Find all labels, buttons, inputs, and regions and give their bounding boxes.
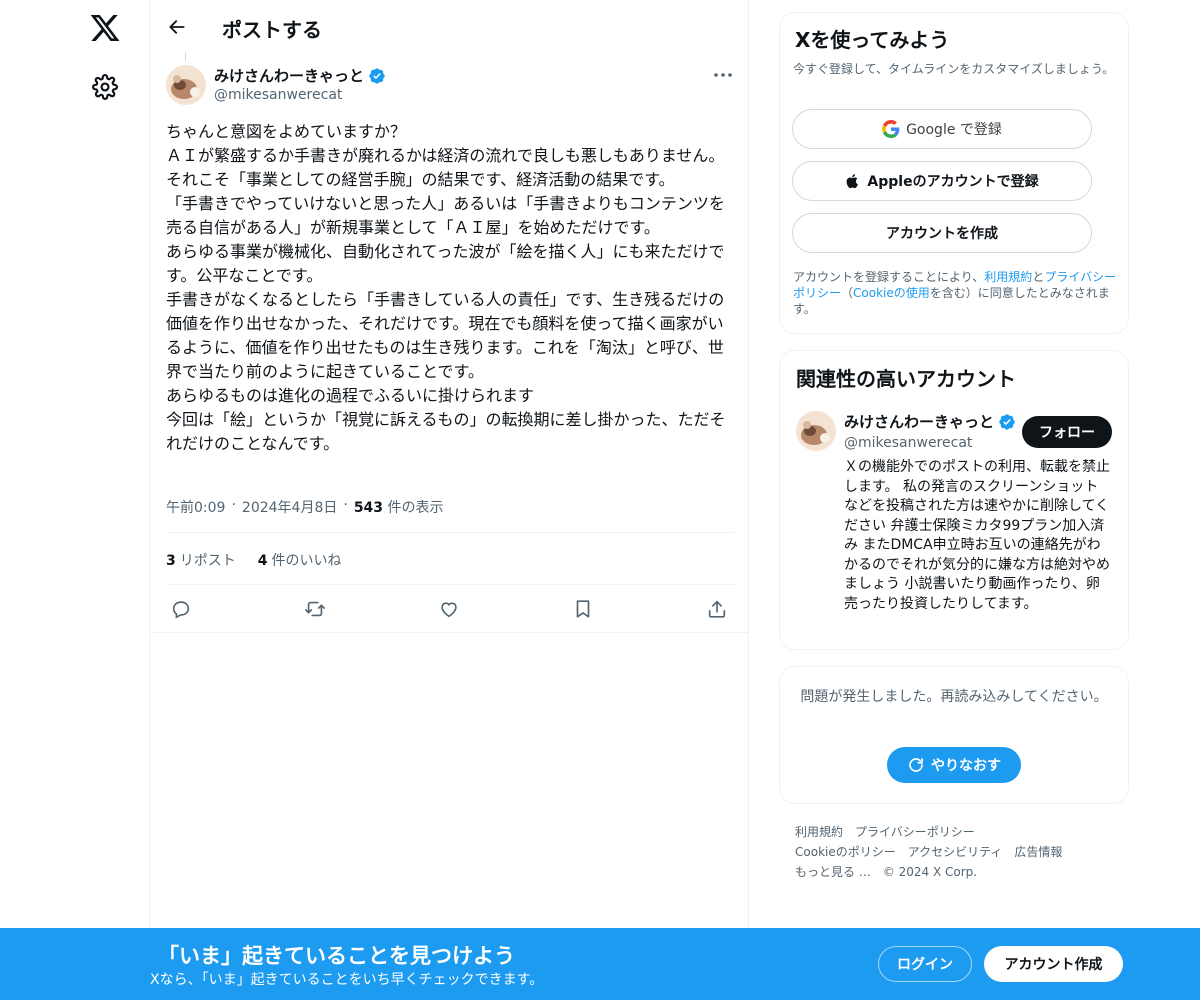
signup-terms: アカウントを登録することにより、利用規約とプライバシーポリシー（Cookieの使…	[793, 269, 1123, 317]
x-logo-icon[interactable]	[88, 12, 122, 44]
reply-icon	[172, 601, 190, 619]
meta-separator: ·	[231, 497, 236, 513]
footer-more-link[interactable]: もっと見る …	[795, 865, 871, 879]
verified-badge-icon	[369, 67, 385, 84]
terms-prefix: アカウントを登録することにより、	[793, 270, 985, 284]
footer-cookie-link[interactable]: Cookieのポリシー	[795, 845, 896, 859]
reposts-stat[interactable]: 3 リポスト	[166, 550, 236, 570]
post-time[interactable]: 午前0:09	[166, 497, 225, 517]
engagement-stats: 3 リポスト 4 件のいいね	[166, 550, 342, 570]
like-button[interactable]	[436, 596, 462, 622]
reposts-count: 3	[166, 553, 176, 569]
post-date[interactable]: 2024年4月8日	[242, 497, 337, 517]
column-divider-left	[149, 0, 150, 928]
share-icon	[708, 600, 726, 618]
arrow-left-icon	[169, 20, 185, 34]
related-account-name[interactable]: みけさんわーきゃっと	[844, 411, 1016, 432]
share-button[interactable]	[704, 596, 730, 622]
apple-signup-button[interactable]: Appleのアカウントで登録	[792, 161, 1092, 201]
likes-label: 件のいいね	[271, 553, 342, 569]
divider	[166, 532, 734, 533]
google-icon	[882, 120, 900, 138]
footer-privacy-link[interactable]: プライバシーポリシー	[855, 825, 975, 839]
divider	[150, 632, 748, 633]
terms-paren: （	[841, 286, 854, 300]
related-accounts-title: 関連性の高いアカウント	[796, 367, 1016, 391]
post-text: ちゃんと意図をよめていますか？ ＡＩが繁盛するか手書きが廃れるかは経済の流れで良…	[166, 122, 726, 453]
footer-links: 利用規約 プライバシーポリシー Cookieのポリシー アクセシビリティ 広告情報 も…	[795, 822, 1125, 882]
more-horizontal-icon	[714, 73, 732, 77]
retry-label: やりなおす	[931, 758, 1001, 774]
page-title: ポストする	[222, 18, 322, 42]
footer-copyright: © 2024 X Corp.	[882, 865, 978, 879]
related-account-handle[interactable]: @mikesanwerecat	[844, 435, 972, 451]
thread-connector	[185, 52, 186, 61]
avatar[interactable]	[166, 65, 206, 105]
google-signup-label: Google で登録	[906, 122, 1002, 138]
error-card	[779, 666, 1129, 804]
error-message: 問題が発生しました。再読み込みしてください。	[800, 689, 1108, 705]
divider	[166, 584, 734, 585]
retry-button[interactable]: やりなおす	[887, 747, 1021, 783]
views: 543 件の表示	[354, 497, 444, 517]
meta-separator: ·	[343, 497, 348, 513]
post-meta: 午前0:09 · 2024年4月8日 · 543 件の表示	[166, 497, 444, 517]
author-handle[interactable]: @mikesanwerecat	[214, 87, 342, 103]
banner-title: 「いま」起きていることを見つけよう	[158, 944, 515, 968]
footer-accessibility-link[interactable]: アクセシビリティ	[908, 845, 1003, 859]
banner-subtitle: Xなら、「いま」起きていることをいち早くチェックできます。	[150, 972, 544, 988]
likes-stat[interactable]: 4 件のいいね	[258, 550, 342, 570]
cookie-link[interactable]: Cookieの使用	[853, 286, 930, 300]
terms-link[interactable]: 利用規約	[984, 270, 1032, 284]
avatar[interactable]	[796, 411, 836, 451]
repost-button[interactable]	[302, 596, 328, 622]
more-options-button[interactable]	[710, 64, 736, 86]
gear-icon[interactable]	[92, 74, 118, 100]
repost-icon	[305, 601, 325, 617]
bookmark-icon	[576, 600, 590, 618]
related-account-bio: Ｘの機能外でのポストの利用、転載を禁止します。 私の発言のスクリーンショットなど…	[844, 459, 1110, 612]
related-account-name-text: みけさんわーきゃっと	[844, 413, 995, 431]
verified-badge-icon	[999, 413, 1015, 430]
back-button[interactable]	[162, 12, 192, 42]
create-account-label: アカウントを作成	[886, 226, 998, 242]
banner-create-account-button[interactable]: アカウント作成	[984, 946, 1123, 982]
column-divider-right	[748, 0, 749, 928]
google-signup-button[interactable]: Google で登録	[792, 109, 1092, 149]
signup-subtitle: 今すぐ登録して、タイムラインをカスタマイズしましょう。	[793, 62, 1115, 76]
views-label: 件の表示	[387, 500, 444, 516]
follow-button[interactable]: フォロー	[1022, 416, 1112, 448]
likes-count: 4	[257, 553, 268, 569]
bookmark-button[interactable]	[570, 596, 596, 622]
apple-icon	[847, 174, 859, 189]
apple-signup-label: Appleのアカウントで登録	[867, 174, 1039, 190]
reposts-label: リポスト	[179, 553, 236, 569]
footer-terms-link[interactable]: 利用規約	[795, 825, 843, 839]
footer-ads-link[interactable]: 広告情報	[1014, 845, 1062, 859]
signup-title: Xを使ってみよう	[795, 28, 950, 52]
author-name[interactable]: みけさんわーきゃっと	[214, 65, 386, 86]
login-button[interactable]: ログイン	[878, 946, 972, 982]
author-name-text: みけさんわーきゃっと	[214, 67, 365, 85]
terms-and: と	[1032, 270, 1045, 284]
views-count: 543	[353, 500, 384, 516]
create-account-button[interactable]: アカウントを作成	[792, 213, 1092, 253]
heart-icon	[441, 602, 457, 618]
reply-button[interactable]	[168, 596, 194, 622]
refresh-icon	[909, 758, 923, 772]
